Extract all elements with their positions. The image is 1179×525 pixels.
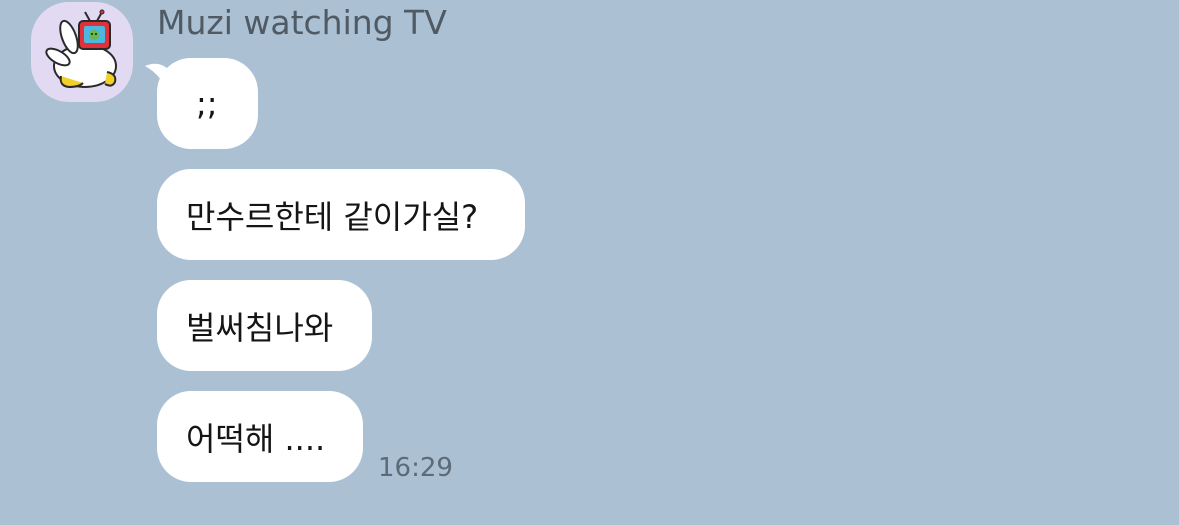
message-text: 어떡해 ....	[186, 419, 326, 458]
message-bubble[interactable]: ;;	[157, 58, 258, 149]
sender-name: Muzi watching TV	[157, 3, 447, 42]
message-timestamp: 16:29	[378, 453, 453, 483]
message-bubble[interactable]: 벌써침나와	[157, 280, 372, 371]
muzi-with-tv-icon	[45, 9, 117, 89]
message-bubble[interactable]: 만수르한테 같이가실?	[157, 169, 525, 260]
message-text: 만수르한테 같이가실?	[186, 197, 479, 236]
chat-area: Muzi watching TV ;; 만수르한테 같이가실? 벌써침나와 어떡…	[0, 0, 1179, 525]
message-text: 벌써침나와	[186, 308, 334, 347]
sender-avatar[interactable]	[31, 2, 133, 102]
message-bubble[interactable]: 어떡해 ....	[157, 391, 363, 482]
message-text: ;;	[196, 84, 218, 123]
